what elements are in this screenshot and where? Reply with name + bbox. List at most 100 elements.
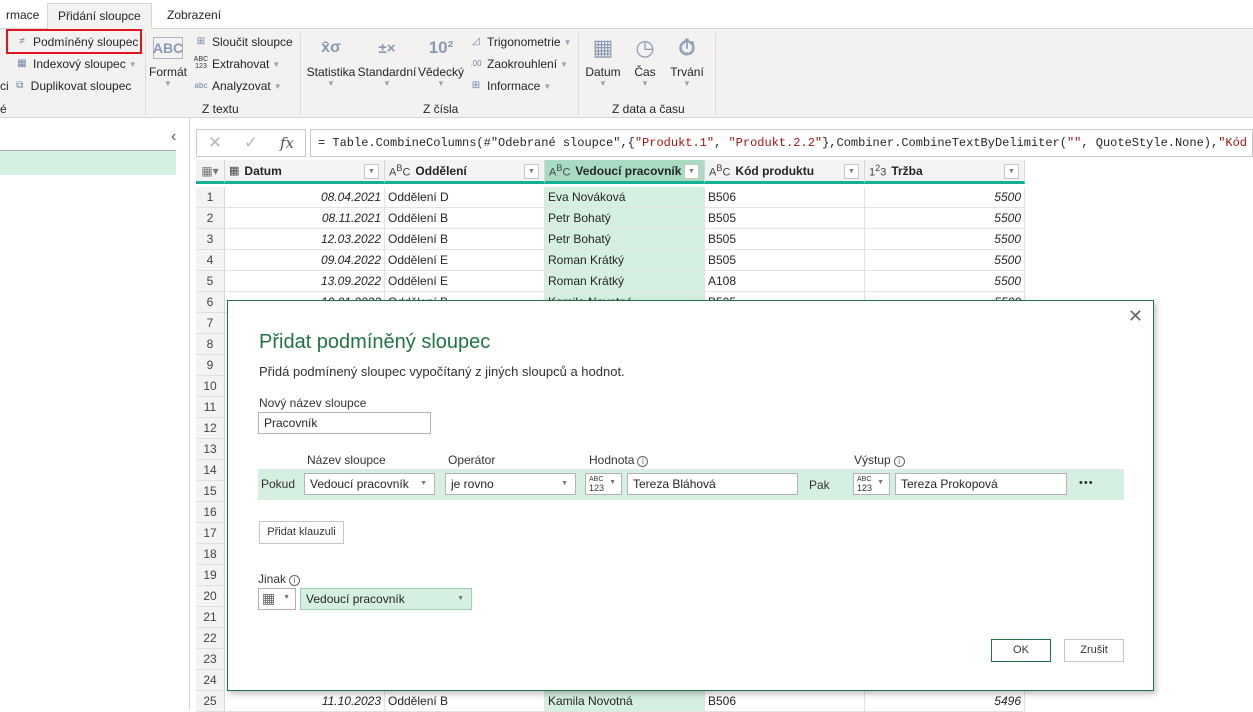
row-number[interactable]: 17 xyxy=(196,523,225,544)
output-input[interactable]: Tereza Prokopová xyxy=(895,473,1067,495)
cell-datum[interactable]: 08.11.2021 xyxy=(225,208,385,229)
cell-vedouci[interactable]: Roman Krátký xyxy=(545,271,705,292)
row-number[interactable]: 22 xyxy=(196,628,225,649)
more-options-button[interactable]: ••• xyxy=(1079,477,1094,489)
cell-oddeleni[interactable]: Oddělení D xyxy=(385,187,545,208)
row-number[interactable]: 8 xyxy=(196,334,225,355)
row-number[interactable]: 1 xyxy=(196,187,225,208)
cell-datum[interactable]: 11.10.2023 xyxy=(225,691,385,712)
row-number[interactable]: 7 xyxy=(196,313,225,334)
row-number[interactable]: 4 xyxy=(196,250,225,271)
row-number[interactable]: 6 xyxy=(196,292,225,313)
output-type-button[interactable]: ABC 123 ▼ xyxy=(853,473,890,495)
text-type-icon[interactable]: ABC xyxy=(389,157,410,184)
cell-vedouci[interactable]: Petr Bohatý xyxy=(545,229,705,250)
cell-datum[interactable]: 12.03.2022 xyxy=(225,229,385,250)
cell-kod[interactable]: B505 xyxy=(705,250,865,271)
else-type-button[interactable]: ▦ ▼ xyxy=(258,588,296,610)
text-type-icon[interactable]: ABC xyxy=(709,157,730,184)
text-type-icon[interactable]: ABC xyxy=(549,157,570,184)
cell-trzba[interactable]: 5500 xyxy=(865,187,1025,208)
confirm-formula-icon[interactable]: ✓ xyxy=(233,133,269,153)
filter-dropdown-icon[interactable]: ▼ xyxy=(844,164,859,179)
selected-query-item[interactable] xyxy=(0,150,176,175)
column-header-datum[interactable]: ▦ Datum ▼ xyxy=(225,160,385,184)
row-number[interactable]: 16 xyxy=(196,502,225,523)
cell-trzba[interactable]: 5500 xyxy=(865,208,1025,229)
row-number[interactable]: 20 xyxy=(196,586,225,607)
index-column-button[interactable]: ▦ Indexový sloupec ▼ xyxy=(14,54,136,74)
row-number[interactable]: 9 xyxy=(196,355,225,376)
filter-dropdown-icon[interactable]: ▼ xyxy=(364,164,379,179)
trigonometry-button[interactable]: ◿ Trigonometrie ▼ xyxy=(468,32,571,52)
row-number[interactable]: 2 xyxy=(196,208,225,229)
cell-oddeleni[interactable]: Oddělení B xyxy=(385,229,545,250)
tab-view[interactable]: Zobrazení xyxy=(157,3,231,29)
row-number[interactable]: 10 xyxy=(196,376,225,397)
value-type-button[interactable]: ABC 123 ▼ xyxy=(585,473,622,495)
filter-dropdown-icon[interactable]: ▼ xyxy=(684,164,699,179)
date-button[interactable]: ▦ Datum ▼ xyxy=(584,31,622,88)
add-clause-button[interactable]: Přidat klauzuli xyxy=(259,521,344,544)
row-number[interactable]: 25 xyxy=(196,691,225,712)
column-header-trzba[interactable]: 123 Tržba ▼ xyxy=(865,160,1025,184)
row-number[interactable]: 5 xyxy=(196,271,225,292)
duplicate-column-button[interactable]: ci ⧉ Duplikovat sloupec xyxy=(0,76,131,96)
fx-icon[interactable]: fx xyxy=(269,134,305,152)
cancel-formula-icon[interactable]: ✕ xyxy=(197,133,233,153)
row-number[interactable]: 13 xyxy=(196,439,225,460)
table-menu-button[interactable]: ▦▾ xyxy=(196,160,225,184)
cell-datum[interactable]: 09.04.2022 xyxy=(225,250,385,271)
parse-button[interactable]: abc Analyzovat ▼ xyxy=(193,76,282,96)
row-number[interactable]: 14 xyxy=(196,460,225,481)
row-number[interactable]: 11 xyxy=(196,397,225,418)
row-number[interactable]: 18 xyxy=(196,544,225,565)
cell-oddeleni[interactable]: Oddělení B xyxy=(385,208,545,229)
cell-trzba[interactable]: 5496 xyxy=(865,691,1025,712)
cell-datum[interactable]: 08.04.2021 xyxy=(225,187,385,208)
scientific-button[interactable]: 10² Vědecký ▼ xyxy=(418,31,464,88)
duration-button[interactable]: ⏱ Trvání ▼ xyxy=(668,31,706,88)
cell-oddeleni[interactable]: Oddělení E xyxy=(385,250,545,271)
column-header-oddeleni[interactable]: ABC Oddělení ▼ xyxy=(385,160,545,184)
cell-kod[interactable]: B506 xyxy=(705,691,865,712)
close-icon[interactable]: ✕ xyxy=(1128,306,1143,327)
new-column-name-input[interactable]: Pracovník xyxy=(258,412,431,434)
filter-dropdown-icon[interactable]: ▼ xyxy=(524,164,539,179)
tab-add-column[interactable]: Přidání sloupce xyxy=(47,3,152,30)
format-button[interactable]: ABC Formát ▼ xyxy=(148,31,188,88)
cell-trzba[interactable]: 5500 xyxy=(865,271,1025,292)
cell-oddeleni[interactable]: Oddělení E xyxy=(385,271,545,292)
row-number[interactable]: 15 xyxy=(196,481,225,502)
merge-columns-button[interactable]: ⊞ Sloučit sloupce xyxy=(193,32,293,52)
column-select[interactable]: Vedoucí pracovník ▼ xyxy=(304,473,435,495)
row-number[interactable]: 21 xyxy=(196,607,225,628)
cell-vedouci[interactable]: Petr Bohatý xyxy=(545,208,705,229)
conditional-column-button[interactable]: ≠ Podmíněný sloupec xyxy=(14,32,138,52)
row-number[interactable]: 3 xyxy=(196,229,225,250)
formula-input[interactable]: = Table.CombineColumns(#"Odebrané sloupc… xyxy=(310,129,1253,157)
else-column-select[interactable]: Vedoucí pracovník ▼ xyxy=(300,588,472,610)
operator-select[interactable]: je rovno ▼ xyxy=(445,473,576,495)
rounding-button[interactable]: .00 Zaokrouhlení ▼ xyxy=(468,54,568,74)
cell-kod[interactable]: B506 xyxy=(705,187,865,208)
cell-oddeleni[interactable]: Oddělení B xyxy=(385,691,545,712)
row-number[interactable]: 23 xyxy=(196,649,225,670)
cell-trzba[interactable]: 5500 xyxy=(865,229,1025,250)
cell-vedouci[interactable]: Roman Krátký xyxy=(545,250,705,271)
number-type-icon[interactable]: 123 xyxy=(869,157,886,184)
info-icon[interactable]: i xyxy=(637,456,649,467)
extract-button[interactable]: ABC 123 Extrahovat ▼ xyxy=(193,54,281,74)
cell-kod[interactable]: B505 xyxy=(705,229,865,250)
ok-button[interactable]: OK xyxy=(991,639,1051,662)
cell-datum[interactable]: 13.09.2022 xyxy=(225,271,385,292)
cell-vedouci[interactable]: Kamila Novotná xyxy=(545,691,705,712)
standard-button[interactable]: ±× Standardní ▼ xyxy=(358,31,417,89)
cell-vedouci[interactable]: Eva Nováková xyxy=(545,187,705,208)
cell-trzba[interactable]: 5500 xyxy=(865,250,1025,271)
value-input[interactable]: Tereza Bláhová xyxy=(627,473,798,495)
row-number[interactable]: 12 xyxy=(196,418,225,439)
cancel-button[interactable]: Zrušit xyxy=(1064,639,1124,662)
time-button[interactable]: ◷ Čas ▼ xyxy=(628,31,662,88)
statistics-button[interactable]: x̄σ Statistika ▼ xyxy=(305,31,357,88)
